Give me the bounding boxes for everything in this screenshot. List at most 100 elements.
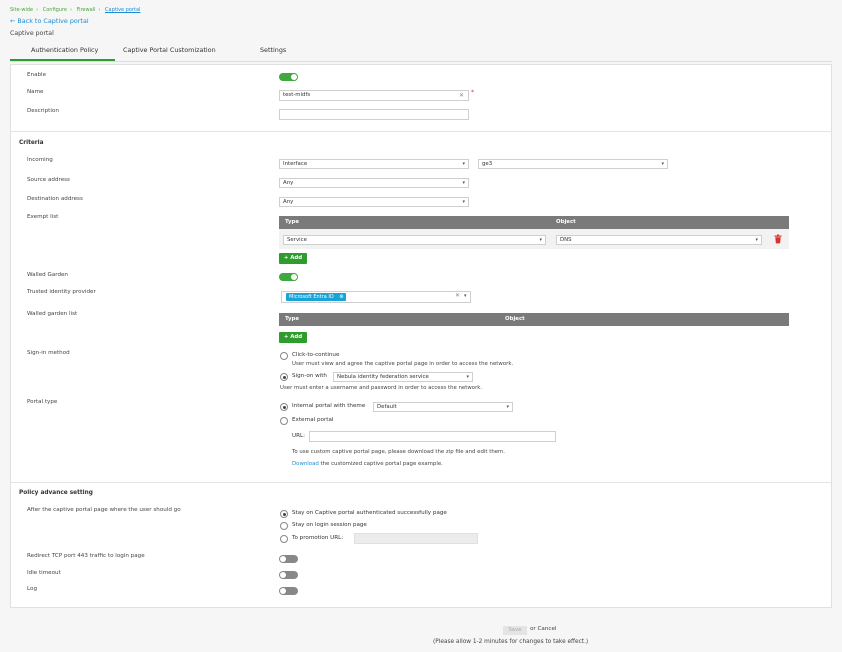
incoming-type-value: Interface xyxy=(283,161,308,167)
source-address-label: Source address xyxy=(27,177,70,183)
column-type: Type xyxy=(285,219,300,225)
idle-timeout-toggle[interactable] xyxy=(279,571,298,579)
tab-settings[interactable]: Settings xyxy=(260,46,286,54)
download-note-text: the customized captive portal page examp… xyxy=(320,461,443,467)
radio-stay-success-page[interactable] xyxy=(280,510,288,518)
incoming-interface-value: ge3 xyxy=(482,161,493,167)
incoming-type-select[interactable]: Interface ▾ xyxy=(279,159,469,169)
chip-remove-icon[interactable]: ⊗ xyxy=(339,294,343,300)
idle-timeout-label: Idle timeout xyxy=(27,570,61,576)
footer-note: (Please allow 1-2 minutes for changes to… xyxy=(433,639,589,645)
portal-type-label: Portal type xyxy=(27,399,58,405)
tab-divider xyxy=(10,61,832,62)
page-title: Captive portal xyxy=(10,30,54,37)
sign-on-with-label: Sign-on with xyxy=(292,373,327,379)
internal-portal-label: Internal portal with theme xyxy=(292,403,366,409)
external-portal-label: External portal xyxy=(292,417,334,423)
idp-chip-label: Microsoft Entra ID xyxy=(289,294,334,300)
breadcrumb-current[interactable]: Captive portal xyxy=(105,7,140,13)
incoming-label: Incoming xyxy=(27,157,53,163)
breadcrumb: Site-wide › Configure › Firewall › Captive … xyxy=(10,7,141,13)
radio-external-portal[interactable] xyxy=(280,417,288,425)
add-exempt-button[interactable]: + Add xyxy=(279,253,307,264)
name-value: test-midfs xyxy=(283,92,311,98)
chevron-down-icon[interactable]: ▾ xyxy=(464,293,467,299)
policy-advance-title: Policy advance setting xyxy=(19,490,93,496)
required-mark: * xyxy=(471,89,474,96)
tab-authentication-policy[interactable]: Authentication Policy xyxy=(31,46,98,54)
sign-on-provider-select[interactable]: Nebula identity federation service ▾ xyxy=(333,372,473,382)
radio-sign-on-with[interactable] xyxy=(280,373,288,381)
chevron-down-icon: ▾ xyxy=(755,237,758,243)
tab-captive-portal-customization[interactable]: Captive Portal Customization xyxy=(123,46,216,54)
chevron-down-icon: ▾ xyxy=(466,374,469,380)
enable-toggle[interactable] xyxy=(279,73,298,81)
radio-promotion-url[interactable] xyxy=(280,535,288,543)
save-button[interactable]: Save xyxy=(503,626,527,635)
walled-table-header: Type Object xyxy=(279,313,789,326)
exempt-table-header: Type Object xyxy=(279,216,789,229)
exempt-object-value: DNS xyxy=(560,237,572,243)
idp-chip[interactable]: Microsoft Entra ID ⊗ xyxy=(286,293,347,301)
chevron-down-icon: ▾ xyxy=(661,161,664,167)
exempt-type-value: Service xyxy=(287,237,307,243)
walled-garden-label: Walled Garden xyxy=(27,272,68,278)
incoming-interface-select[interactable]: ge3 ▾ xyxy=(478,159,668,169)
source-address-select[interactable]: Any ▾ xyxy=(279,178,469,188)
radio-click-to-continue[interactable] xyxy=(280,352,288,360)
log-toggle[interactable] xyxy=(279,587,298,595)
chevron-down-icon: ▾ xyxy=(462,199,465,205)
column-object: Object xyxy=(505,316,525,322)
promotion-url-label: To promotion URL: xyxy=(292,535,344,541)
walled-garden-toggle[interactable] xyxy=(279,273,298,281)
name-label: Name xyxy=(27,89,44,95)
download-link[interactable]: Download xyxy=(292,461,319,467)
section-divider xyxy=(10,482,832,483)
url-label: URL: xyxy=(292,433,305,439)
column-type: Type xyxy=(285,316,300,322)
breadcrumb-item[interactable]: Configure xyxy=(43,7,67,13)
signin-method-label: Sign-in method xyxy=(27,350,70,356)
custom-portal-note: To use custom captive portal page, pleas… xyxy=(292,449,506,455)
name-input[interactable]: test-midfs ✕ xyxy=(279,90,469,101)
portal-theme-select[interactable]: Default ▾ xyxy=(373,402,513,412)
radio-stay-login-page[interactable] xyxy=(280,522,288,530)
after-portal-label: After the captive portal page where the … xyxy=(27,507,181,513)
radio-internal-portal[interactable] xyxy=(280,403,288,411)
clear-icon[interactable]: ✕ xyxy=(455,292,460,299)
clear-icon[interactable]: ✕ xyxy=(459,91,464,100)
description-label: Description xyxy=(27,108,59,114)
portal-theme-value: Default xyxy=(377,404,397,410)
chevron-down-icon: ▾ xyxy=(462,161,465,167)
external-url-input[interactable] xyxy=(309,431,556,442)
chevron-down-icon: ▾ xyxy=(539,237,542,243)
description-input[interactable] xyxy=(279,109,469,120)
exempt-list-label: Exempt list xyxy=(27,214,59,220)
trash-icon[interactable] xyxy=(773,234,783,244)
exempt-object-select[interactable]: DNS ▾ xyxy=(556,235,762,245)
destination-address-select[interactable]: Any ▾ xyxy=(279,197,469,207)
column-object: Object xyxy=(556,219,576,225)
redirect-443-label: Redirect TCP port 443 traffic to login p… xyxy=(27,553,145,559)
destination-address-value: Any xyxy=(283,199,294,205)
redirect-443-toggle[interactable] xyxy=(279,555,298,563)
sign-on-with-note: User must enter a username and password … xyxy=(280,385,483,391)
chevron-down-icon: ▾ xyxy=(506,404,509,410)
back-link[interactable]: ← Back to Captive portal xyxy=(10,17,89,25)
promotion-url-input[interactable] xyxy=(354,533,478,544)
sign-on-provider-value: Nebula identity federation service xyxy=(337,374,429,380)
add-walled-garden-button[interactable]: + Add xyxy=(279,332,307,343)
click-to-continue-label: Click-to-continue xyxy=(292,352,340,358)
walled-garden-list-label: Walled garden list xyxy=(27,311,78,317)
exempt-type-select[interactable]: Service ▾ xyxy=(283,235,546,245)
stay-success-label: Stay on Captive portal authenticated suc… xyxy=(292,510,447,516)
section-divider xyxy=(10,131,832,132)
stay-login-label: Stay on login session page xyxy=(292,522,367,528)
cancel-link[interactable]: or Cancel xyxy=(530,626,556,632)
download-note: Download the customized captive portal p… xyxy=(292,461,443,467)
breadcrumb-item[interactable]: Site-wide xyxy=(10,7,33,13)
enable-label: Enable xyxy=(27,72,47,78)
breadcrumb-item[interactable]: Firewall xyxy=(77,7,96,13)
policy-form-panel xyxy=(10,64,832,608)
log-label: Log xyxy=(27,586,37,592)
